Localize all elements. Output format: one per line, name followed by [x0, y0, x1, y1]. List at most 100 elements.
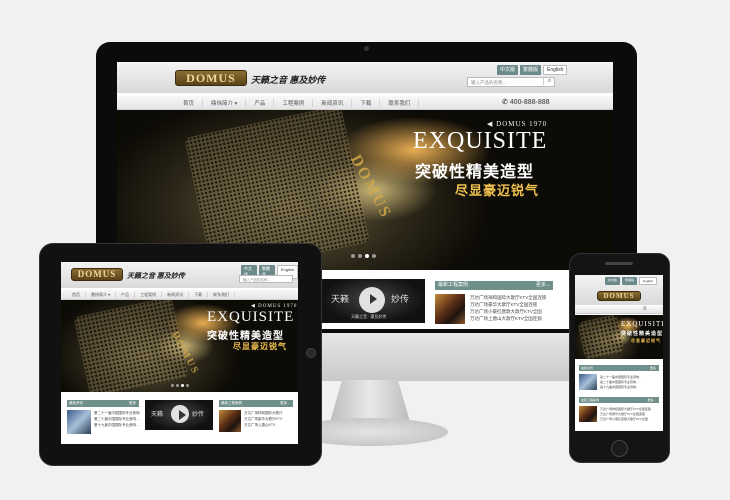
- phone-banner-cn-line2: 尽显豪迈锐气: [631, 338, 661, 343]
- case-item[interactable]: 万达广场上唐山大歌厅KTV全国连锁: [470, 316, 554, 322]
- case-thumbnail[interactable]: [435, 294, 465, 324]
- tablet-nav-about[interactable]: 鼎炜简介 ▾: [86, 292, 117, 298]
- nav-about[interactable]: 鼎炜简介 ▾: [203, 99, 247, 107]
- tablet-video-right: 妙传: [192, 412, 205, 418]
- tablet-news-thumbnail[interactable]: [67, 410, 91, 434]
- lang-chinese-button[interactable]: 中文版: [497, 65, 519, 75]
- case-item[interactable]: 万达广场豪华大歌厅KTV全国连锁: [470, 302, 554, 308]
- tablet-cases-more[interactable]: 更多...: [280, 400, 290, 407]
- tablet-news-header: 最新资讯 更多: [67, 400, 139, 407]
- nav-products[interactable]: 产品: [246, 99, 275, 107]
- site-slogan: 天籁之音 惠及妙传: [251, 75, 326, 85]
- phone-speaker: [605, 262, 633, 265]
- phone-case-item[interactable]: 万达广场小豪红唐歌大歌厅KTV全国: [600, 417, 658, 421]
- tablet-cases-header: 最新工程案例 更多...: [219, 400, 293, 407]
- play-icon[interactable]: [359, 287, 385, 313]
- tablet-video-block[interactable]: 天籁 妙传: [145, 400, 213, 430]
- nav-contact[interactable]: 联系我们: [380, 99, 420, 107]
- phone-news-more[interactable]: 更多: [650, 365, 656, 371]
- tablet-nav-contact[interactable]: 联系我们: [208, 292, 236, 298]
- phone-news-thumbnail[interactable]: [579, 374, 597, 390]
- tablet-nav-download[interactable]: 下载: [189, 292, 209, 298]
- cases-panel-header: 最新工程案例 更多...: [435, 281, 553, 290]
- phone-news-item[interactable]: 第二十一届中国国际专业音响...: [600, 375, 658, 379]
- tablet-case-item[interactable]: 万达广场豪华大歌厅KTV: [244, 417, 294, 422]
- monitor-camera: [364, 46, 369, 51]
- phone-nav: ≡: [575, 306, 663, 314]
- tablet-news-item[interactable]: 第十九届中国国际专业音响...: [94, 423, 140, 428]
- tablet-case-item[interactable]: 万达广场祥和国际大歌厅: [244, 411, 294, 416]
- tablet-news-item[interactable]: 第二十一届中国国际专业音响...: [94, 411, 140, 416]
- case-item[interactable]: 万达广场小豪红唐歌大歌厅KTV全国: [470, 309, 554, 315]
- nav-news[interactable]: 新闻资讯: [313, 99, 353, 107]
- video-text-right: 妙传: [391, 294, 410, 304]
- phone-lang-english[interactable]: English: [639, 277, 657, 285]
- tablet-news-item[interactable]: 第二十届中国国际专业音响...: [94, 417, 140, 422]
- tablet-nav-home[interactable]: 首页: [67, 292, 86, 298]
- search-button[interactable]: ⌕: [542, 77, 555, 87]
- banner-dot[interactable]: [186, 384, 189, 387]
- banner-dot-active[interactable]: [181, 384, 184, 387]
- phone-news-title: 最新资讯: [581, 366, 594, 370]
- phone-cases-more[interactable]: 更多...: [647, 397, 656, 403]
- phone-case-item[interactable]: 万达广场祥和国际大歌厅KTV全国连锁: [600, 407, 658, 411]
- tablet-play-icon[interactable]: [171, 405, 189, 423]
- tablet-logo[interactable]: DOMUS: [71, 268, 123, 281]
- tablet-banner-cn-line1: 突破性精美造型: [207, 331, 284, 342]
- tablet-hero-banner[interactable]: DOMUS ◀ DOMUS 1970 EXQUISITE 突破性精美造型 尽显豪…: [61, 300, 298, 392]
- cases-more-link[interactable]: 更多...: [536, 281, 550, 290]
- tablet-banner-headline: EXQUISITE: [207, 309, 295, 325]
- site-logo[interactable]: DOMUS: [175, 70, 247, 86]
- phone-number: ✆ 400-888-888: [502, 98, 550, 106]
- banner-cn-line1: 突破性精美造型: [415, 164, 535, 181]
- banner-dot[interactable]: [351, 254, 355, 258]
- phone-lang-traditional[interactable]: 繁體版: [622, 277, 638, 285]
- phone-case-thumbnail[interactable]: [579, 406, 597, 422]
- tablet-search-input[interactable]: 输入产品的名称...: [239, 275, 293, 283]
- phone-banner-headline: EXQUISITE: [621, 320, 663, 328]
- case-item[interactable]: 万达广场祥和国际大歌厅KTV全国连锁: [470, 295, 554, 301]
- cases-panel-title: 最新工程案例: [438, 282, 469, 288]
- banner-dot-active[interactable]: [365, 254, 369, 258]
- tablet-nav-news[interactable]: 新闻资讯: [162, 292, 190, 298]
- main-nav: 首页 鼎炜简介 ▾ 产品 工程案例 新闻资讯 下载 联系我们 ✆ 400-888…: [117, 96, 613, 110]
- phone-language-switch: 中文版 繁體版 English: [605, 277, 657, 285]
- lang-traditional-button[interactable]: 繁體版: [520, 65, 542, 75]
- banner-dot[interactable]: [171, 384, 174, 387]
- banner-dot[interactable]: [372, 254, 376, 258]
- tablet-header: DOMUS 天籁之音 惠及妙传 中文版 繁體版 English 输入产品的名称.…: [61, 262, 298, 288]
- banner-dot[interactable]: [358, 254, 362, 258]
- phone-cases-title: 最新工程案例: [581, 398, 600, 402]
- nav-download[interactable]: 下载: [352, 99, 381, 107]
- site-header: DOMUS 天籁之音 惠及妙传 中文版 繁體版 English 输入产品的名称.…: [117, 62, 613, 93]
- tablet-case-thumbnail[interactable]: [219, 410, 241, 432]
- tablet-case-item[interactable]: 万达广场上唐山KTV: [244, 423, 294, 428]
- video-block[interactable]: 天籁 妙传 天籁之音 · 惠及妙传: [321, 279, 425, 323]
- tablet-news-more[interactable]: 更多: [129, 400, 136, 407]
- phone-hero-banner[interactable]: EXQUISITE 突破性精美造型 尽显豪迈锐气: [575, 315, 663, 359]
- banner-pagination: [351, 254, 376, 258]
- tablet-nav-items: 首页 鼎炜简介 ▾ 产品 工程案例 新闻资讯 下载 联系我们: [67, 292, 236, 298]
- video-caption: 天籁之音 · 惠及妙传: [351, 314, 387, 319]
- nav-cases[interactable]: 工程案例: [274, 99, 314, 107]
- tablet-nav-cases[interactable]: 工程案例: [135, 292, 163, 298]
- tablet-nav-products[interactable]: 产品: [116, 292, 136, 298]
- phone-logo[interactable]: DOMUS: [597, 291, 641, 301]
- monitor-stand-neck: [330, 380, 410, 422]
- banner-dot[interactable]: [176, 384, 179, 387]
- phone-case-item[interactable]: 万达广场豪华大歌厅KTV全国连锁: [600, 412, 658, 416]
- phone-news-item[interactable]: 第二十届中国国际专业音响...: [600, 380, 658, 384]
- phone-news-item[interactable]: 第十九届中国国际专业音响...: [600, 385, 658, 389]
- phone-lang-chinese[interactable]: 中文版: [605, 277, 621, 285]
- nav-home[interactable]: 首页: [175, 99, 204, 107]
- phone-icon: ✆: [502, 99, 508, 106]
- tablet-website-screen: DOMUS 天籁之音 惠及妙传 中文版 繁體版 English 输入产品的名称.…: [61, 262, 298, 444]
- banner-headline: EXQUISITE: [413, 128, 548, 154]
- lang-english-button[interactable]: English: [543, 65, 568, 75]
- video-text-left: 天籁: [331, 294, 350, 304]
- search-icon: ⌕: [543, 77, 555, 85]
- phone-menu-icon[interactable]: ≡: [643, 306, 647, 312]
- phone-news-header: 最新资讯 更多: [579, 365, 659, 371]
- language-switch: 中文版 繁體版 English: [497, 65, 568, 75]
- tablet-nav: 首页 鼎炜简介 ▾ 产品 工程案例 新闻资讯 下载 联系我们: [61, 290, 298, 300]
